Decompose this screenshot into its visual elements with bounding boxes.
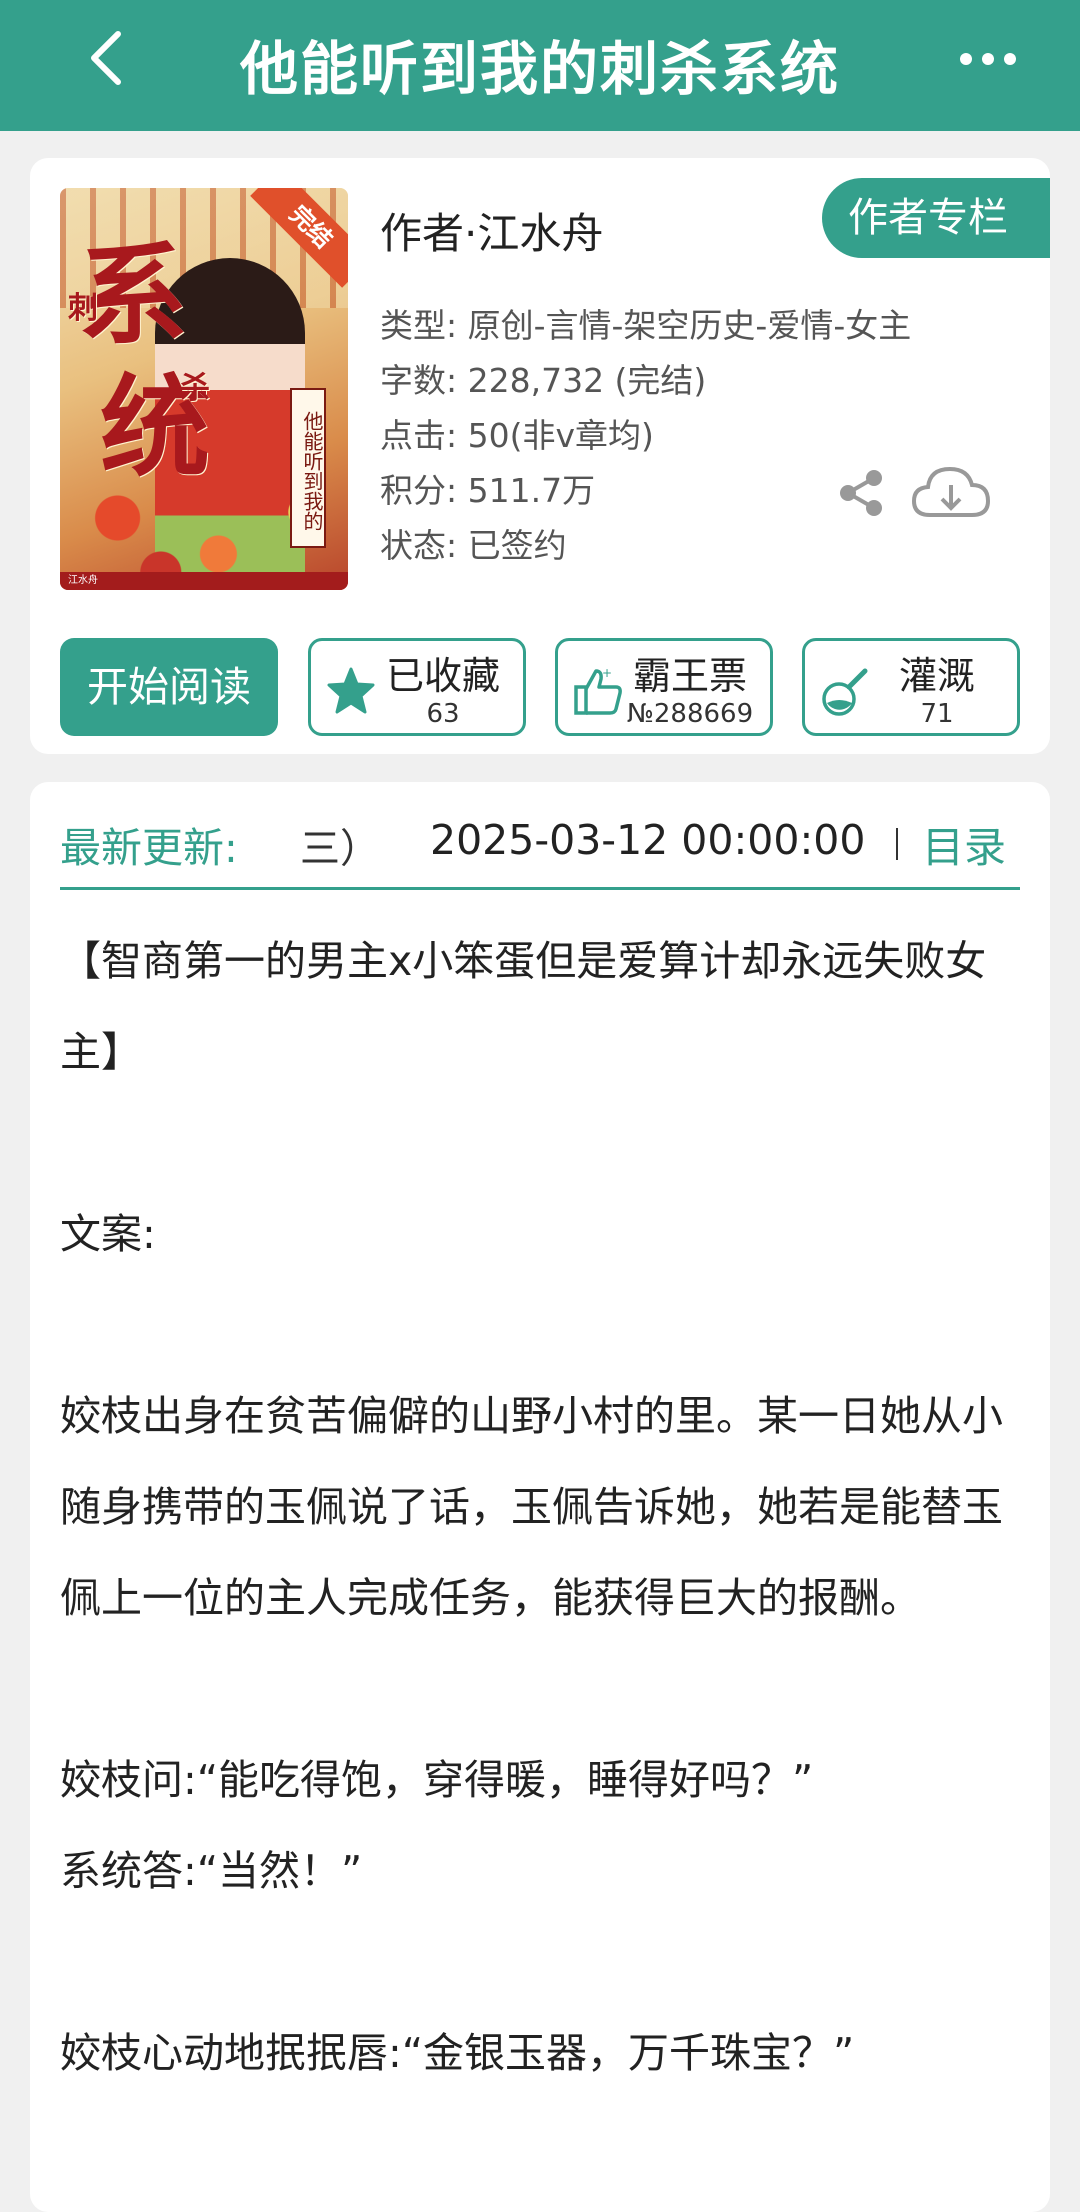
description-dialogue: 姣枝心动地抿抿唇:“金银玉器，万千珠宝？” — [60, 2029, 855, 2077]
book-description: 【智商第一的男主x小笨蛋但是爱算计却永远失败女主】 文案: 姣枝出身在贫苦偏僻的… — [60, 916, 1020, 2099]
content-card: 最新更新: 三） 2025-03-12 00:00:00 目录 【智商第一的男主… — [30, 782, 1050, 2212]
latest-update-time: 2025-03-12 00:00:00 — [430, 816, 866, 864]
action-buttons: 开始阅读 已收藏 63 + 霸王票 №288669 灌溉 71 — [60, 638, 1020, 738]
water-count: 71 — [920, 699, 954, 729]
cover-vertical-title: 他能听到我的 — [290, 388, 326, 548]
cover-author-mark: 江水舟 — [68, 575, 98, 586]
divider — [896, 828, 898, 860]
meta-clicks: 点击: 50(非v章均) — [380, 416, 654, 455]
meta-status: 状态: 已签约 — [380, 526, 567, 565]
description-dialogue: 系统答:“当然！” — [60, 1847, 363, 1895]
description-tagline: 【智商第一的男主x小笨蛋但是爱算计却永远失败女主】 — [60, 937, 987, 1076]
cover-char-2: 统 — [100, 363, 210, 492]
share-icon[interactable] — [836, 468, 886, 518]
description-heading: 文案: — [60, 1210, 156, 1258]
collect-count: 63 — [426, 699, 460, 729]
book-info-card: 系 统 刺 杀 完结 他能听到我的 江水舟 作者·江水舟 作者专栏 类型: 原创… — [30, 158, 1050, 754]
more-dots-icon[interactable] — [958, 44, 1018, 74]
description-paragraph: 姣枝出身在贫苦偏僻的山野小村的里。某一日她从小随身携带的玉佩说了话，玉佩告诉她，… — [60, 1392, 1003, 1622]
chevron-left-icon[interactable] — [82, 28, 132, 88]
cover-char-small-1: 刺 — [68, 291, 98, 326]
top-bar: 他能听到我的刺杀系统 — [0, 0, 1080, 131]
vote-label: 霸王票 — [632, 654, 747, 698]
cloud-download-icon[interactable] — [910, 461, 992, 523]
latest-chapter-fragment: 三） — [300, 826, 380, 872]
svg-text:+: + — [602, 666, 612, 680]
author-column-button[interactable]: 作者专栏 — [822, 178, 1050, 258]
table-of-contents-link[interactable]: 目录 — [922, 814, 1006, 875]
collect-button[interactable]: 已收藏 63 — [308, 638, 526, 736]
meta-genre: 类型: 原创-言情-架空历史-爱情-女主 — [380, 306, 912, 345]
book-meta: 类型: 原创-言情-架空历史-爱情-女主 字数: 228,732 (完结) 点击… — [380, 298, 911, 573]
page-title: 他能听到我的刺杀系统 — [239, 35, 840, 103]
water-label: 灌溉 — [898, 654, 975, 698]
meta-word-count: 字数: 228,732 (完结) — [380, 361, 707, 400]
cover-footer: 江水舟 — [60, 572, 348, 590]
book-cover[interactable]: 系 统 刺 杀 完结 他能听到我的 江水舟 — [60, 188, 348, 590]
vote-count: №288669 — [626, 699, 754, 729]
description-dialogue: 姣枝问:“能吃得饱，穿得暖，睡得好吗？” — [60, 1756, 814, 1804]
latest-update-label: 最新更新: — [60, 824, 238, 872]
meta-score: 积分: 511.7万 — [380, 471, 596, 510]
water-button[interactable]: 灌溉 71 — [802, 638, 1020, 736]
cover-char-small-2: 杀 — [180, 371, 210, 406]
start-reading-button[interactable]: 开始阅读 — [60, 638, 278, 736]
author-name[interactable]: 作者·江水舟 — [380, 200, 603, 261]
latest-update-row[interactable]: 最新更新: 三） 2025-03-12 00:00:00 目录 — [60, 810, 1020, 890]
collect-label: 已收藏 — [385, 654, 500, 698]
vote-button[interactable]: + 霸王票 №288669 — [555, 638, 773, 736]
